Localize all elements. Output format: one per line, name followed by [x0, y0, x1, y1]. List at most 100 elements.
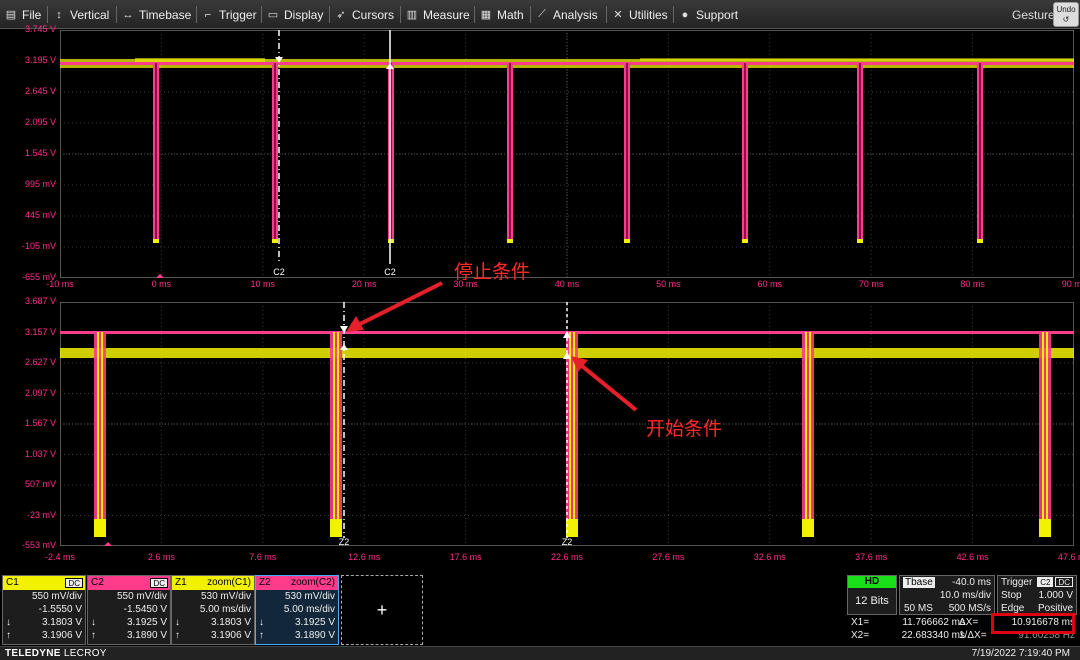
undo-button[interactable]: Undo ↺ — [1053, 2, 1079, 27]
menu-vertical[interactable]: ↕ Vertical — [52, 0, 109, 29]
trigger-mode-row: Stop 1.000 V — [998, 589, 1076, 602]
timebase-scale: 10.0 ms/div — [939, 590, 991, 601]
menu-divider — [474, 6, 475, 23]
brand-sub: LECROY — [63, 648, 107, 659]
menu-trigger[interactable]: ⌐ Trigger — [201, 0, 257, 29]
z1-pulse-edge — [569, 332, 571, 527]
x1-label: X1= — [851, 617, 870, 628]
cursor-down-icon: ↓ — [175, 617, 180, 628]
bit-resolution: 12 Bits — [855, 595, 889, 607]
menu-cursors[interactable]: ➶ Cursors — [334, 0, 394, 29]
c2-pulse-core — [744, 63, 746, 242]
channel-c1-box[interactable]: C1 DC 550 mV/div -1.5550 V ↓ 3.1803 V ↑ 3.1… — [2, 575, 86, 645]
timebase-scale-row: 10.0 ms/div — [900, 589, 994, 602]
measure-icon: ▥ — [406, 9, 418, 21]
y-axis-label: 3.195 V — [24, 55, 56, 65]
channel-z1-box[interactable]: Z1 zoom(C1) 530 mV/div 5.00 ms/div ↓ 3.180… — [171, 575, 255, 645]
cursor-label: Z2 — [562, 537, 573, 546]
trigger-title-row: Trigger C2 DC — [998, 576, 1076, 589]
vertical-scale: 550 mV/div — [116, 591, 167, 602]
x-axis-label: 7.6 ms — [249, 552, 277, 562]
x1-row: X1= 11.766662 ms — [848, 616, 968, 629]
menu-utilities[interactable]: ✕ Utilities — [611, 0, 668, 29]
upper-waveform-grid[interactable]: C2C2C2 — [60, 30, 1074, 278]
menu-divider — [261, 6, 262, 23]
trigger-mode: Stop — [1001, 590, 1022, 601]
timebase-samples-row: 50 MS 500 MS/s — [900, 602, 994, 615]
menu-label: Utilities — [629, 7, 668, 22]
c2-trace-line — [60, 62, 1074, 65]
pulse — [507, 63, 513, 243]
channel-header: Z2 zoom(C2) — [256, 576, 338, 590]
x-axis-label: 42.6 ms — [956, 552, 989, 562]
menu-label: File — [22, 7, 42, 22]
channel-header: C1 DC — [3, 576, 85, 590]
c1-pulse-foot — [153, 239, 159, 243]
cursor-up-icon: ↑ — [259, 630, 264, 641]
timebase-title-row: Tbase -40.0 ms — [900, 576, 994, 589]
x-axis-label: 2.6 ms — [147, 552, 175, 562]
undo-icon: ↺ — [1062, 15, 1070, 24]
acquisition-box[interactable]: HD 12 Bits — [847, 575, 897, 615]
channel-z2-box[interactable]: Z2 zoom(C2) 530 mV/div 5.00 ms/div ↓ 3.192… — [255, 575, 339, 645]
c2-pulse-core — [626, 63, 628, 242]
menu-label: Cursors — [352, 7, 395, 22]
menu-analysis[interactable]: ⟋ Analysis — [535, 0, 598, 29]
x-axis-label: 60 ms — [757, 279, 783, 289]
z1-pulse-edge — [101, 332, 103, 527]
x2-label: X2= — [851, 630, 870, 641]
trigger-source-badge: C2 — [1037, 577, 1054, 587]
menu-measure[interactable]: ▥ Measure — [405, 0, 470, 29]
vertical-arrows-icon: ↕ — [56, 8, 62, 21]
display-icon: ▭ — [267, 9, 279, 21]
hd-mode-badge: HD — [848, 576, 896, 588]
z1-pulse-edge — [333, 332, 335, 527]
cursor-value: 3.1925 V — [294, 617, 335, 628]
zoom-source: zoom(C1) — [207, 577, 251, 588]
zoom-pulse — [566, 332, 578, 537]
cursor-value: 3.1803 V — [41, 617, 82, 628]
cursor-down-icon: ↓ — [6, 617, 11, 628]
c1-trace-noise — [135, 58, 265, 62]
pulse — [272, 63, 278, 243]
lower-waveform-grid[interactable]: Z2Z2Z2Z1 — [60, 302, 1074, 546]
y-axis-label: -105 mV — [21, 241, 56, 251]
gesture-label[interactable]: Gesture — [1012, 0, 1055, 29]
z1-pulse-edge — [337, 332, 339, 527]
channel-name: C2 — [91, 577, 104, 588]
y-axis-label: 2.095 V — [24, 117, 56, 127]
channel-c2-box[interactable]: C2 DC 550 mV/div -1.5450 V ↓ 3.1925 V ↑ 3.1… — [87, 575, 171, 645]
x-axis-label: 40 ms — [554, 279, 580, 289]
zoom-pulse — [330, 332, 342, 537]
cursor-value: 3.1906 V — [210, 630, 251, 641]
vertical-scale: 530 mV/div — [284, 591, 335, 602]
c2-pulse-core — [859, 63, 861, 242]
analysis-icon: ⟋ — [538, 8, 546, 20]
horizontal-arrows-icon: ↔ — [122, 8, 134, 21]
trigger-box[interactable]: Trigger C2 DC Stop 1.000 V Edge Positive — [997, 575, 1077, 615]
y-axis-label: 995 mV — [24, 179, 56, 189]
trigger-marker — [104, 542, 112, 546]
channel-name: Z2 — [259, 577, 271, 588]
zoom-pulse — [802, 332, 814, 537]
trigger-level: 1.000 V — [1038, 590, 1073, 601]
cursor-label: C2 — [273, 267, 285, 277]
x-axis-label: 47.6 ms — [1057, 552, 1080, 562]
cursor-value: 3.1925 V — [126, 617, 167, 628]
x-axis-label: 20 ms — [351, 279, 377, 289]
add-channel-button[interactable]: + — [341, 575, 423, 645]
vertical-scale: 550 mV/div — [31, 591, 82, 602]
trigger-marker — [156, 274, 164, 278]
horizontal-scale: 5.00 ms/div — [199, 604, 251, 615]
menu-timebase[interactable]: ↔ Timebase — [121, 0, 192, 29]
menu-support[interactable]: ● Support — [678, 0, 738, 29]
coupling-badge: DC — [150, 578, 168, 588]
menu-display[interactable]: ▭ Display — [266, 0, 324, 29]
menu-divider — [530, 6, 531, 23]
menu-math[interactable]: ▦ Math — [479, 0, 524, 29]
dx-label: ΔX= — [959, 617, 979, 628]
z1-pulse-foot — [566, 519, 578, 537]
timebase-box[interactable]: Tbase -40.0 ms 10.0 ms/div 50 MS 500 MS/s — [899, 575, 995, 615]
pulse — [153, 63, 159, 243]
z1-pulse-foot — [1039, 519, 1051, 537]
